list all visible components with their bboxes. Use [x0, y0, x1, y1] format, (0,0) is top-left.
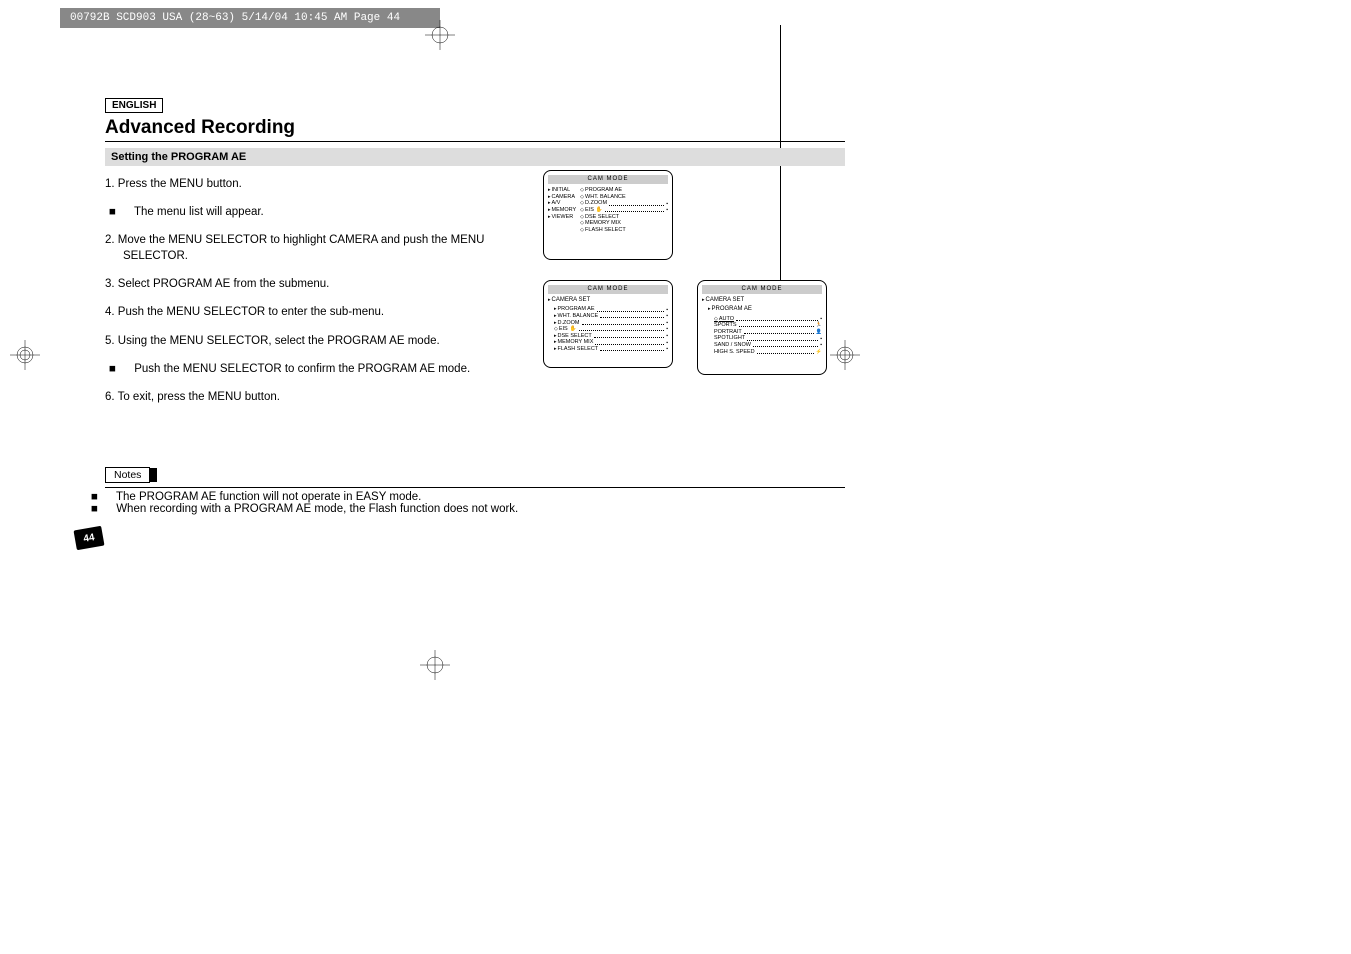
screen2-item-1: WHT. BALANCE [554, 313, 598, 320]
screen1-left-2: A/V [548, 200, 576, 207]
step-6: 6. To exit, press the MENU button. [105, 389, 505, 405]
registration-mark-top [425, 20, 455, 50]
screen1-right-4: DSE SELECT [580, 214, 668, 221]
step-5-sub-text: Push the MENU SELECTOR to confirm the PR… [134, 363, 470, 375]
notes-label: Notes [105, 467, 150, 483]
screen3-title: CAM MODE [702, 285, 822, 294]
screen1-right-0: PROGRAM AE [580, 187, 668, 194]
notes-label-text: Notes [114, 469, 141, 481]
note-1: ■ The PROGRAM AE function will not opera… [105, 491, 845, 503]
registration-mark-bottom [420, 650, 450, 680]
screen2-item-6: FLASH SELECT [554, 346, 598, 353]
screen3-item-4: SAND / SNOW [714, 342, 751, 349]
screen2-item-4: DSE SELECT [554, 333, 592, 340]
step-1-sub: ■ The menu list will appear. [105, 204, 505, 220]
page-number-badge: 44 [73, 526, 104, 551]
screen3-item-3: SPOTLIGHT [714, 335, 745, 342]
registration-mark-left [10, 340, 40, 370]
screen2-title: CAM MODE [548, 285, 668, 294]
screen3-item-1: SPORTS [714, 322, 737, 329]
screen2-item-0: PROGRAM AE [554, 306, 595, 313]
step-1-sub-text: The menu list will appear. [134, 206, 264, 218]
language-badge: ENGLISH [105, 98, 163, 113]
step-1: 1. Press the MENU button. [105, 176, 505, 192]
note-2: ■ When recording with a PROGRAM AE mode,… [105, 503, 845, 515]
screen2-subhead: CAMERA SET [548, 297, 668, 304]
note-2-text: When recording with a PROGRAM AE mode, t… [116, 503, 518, 515]
lcd-screen-3: CAM MODE CAMERA SET PROGRAM AE AUTO▪ SPO… [697, 280, 827, 375]
screen3-item-5: HIGH S. SPEED [714, 349, 755, 356]
steps-list: 1. Press the MENU button. ■ The menu lis… [105, 176, 505, 405]
screen3-subhead: CAMERA SET [702, 297, 822, 304]
screen1-left-3: MEMORY [548, 207, 576, 214]
note-1-text: The PROGRAM AE function will not operate… [116, 491, 421, 503]
registration-mark-right [830, 340, 860, 370]
screen1-right-6: FLASH SELECT [580, 227, 668, 234]
step-5: 5. Using the MENU SELECTOR, select the P… [105, 333, 505, 349]
screen1-left-1: CAMERA [548, 194, 576, 201]
screen1-right-3: EIS [580, 207, 594, 214]
step-4: 4. Push the MENU SELECTOR to enter the s… [105, 304, 505, 320]
screen3-items: AUTO▪ SPORTS🏃 PORTRAIT👤 SPOTLIGHT▪ SAND … [702, 316, 822, 356]
screen1-right-5: MEMORY MIX [580, 220, 668, 227]
screen3-item-0: AUTO [714, 316, 734, 323]
screen1-left-0: INITIAL [548, 187, 576, 194]
file-header-strip: 00792B SCD903 USA (28~63) 5/14/04 10:45 … [60, 8, 440, 28]
screen1-left-4: VIEWER [548, 214, 576, 221]
lcd-screen-1: CAM MODE INITIAL CAMERA A/V MEMORY VIEWE… [543, 170, 673, 260]
step-2: 2. Move the MENU SELECTOR to highlight C… [105, 232, 505, 264]
screen1-right-2: D.ZOOM [580, 200, 607, 207]
step-5-sub: ■ Push the MENU SELECTOR to confirm the … [105, 361, 505, 377]
lcd-screen-2: CAM MODE CAMERA SET PROGRAM AE▪ WHT. BAL… [543, 280, 673, 368]
notes-list: ■ The PROGRAM AE function will not opera… [105, 487, 845, 515]
screen2-item-3: EIS [554, 326, 568, 333]
screen1-leftcol: INITIAL CAMERA A/V MEMORY VIEWER [548, 187, 576, 233]
section-title: Advanced Recording [105, 117, 845, 142]
screen1-title: CAM MODE [548, 175, 668, 184]
screen3-subhead2: PROGRAM AE [702, 306, 822, 313]
screen1-right-1: WHT. BALANCE [580, 194, 668, 201]
subsection-title: Setting the PROGRAM AE [105, 148, 845, 166]
screen2-item-5: MEMORY MIX [554, 339, 593, 346]
step-3: 3. Select PROGRAM AE from the submenu. [105, 276, 505, 292]
screen2-items: PROGRAM AE▪ WHT. BALANCE▪ D.ZOOM▪ EIS✋▪ … [548, 306, 668, 352]
screen3-item-2: PORTRAIT [714, 329, 742, 336]
page-content: ENGLISH Advanced Recording Setting the P… [105, 95, 845, 515]
screen1-rightcol: PROGRAM AE WHT. BALANCE D.ZOOM▪ EIS✋▪ DS… [580, 187, 668, 233]
